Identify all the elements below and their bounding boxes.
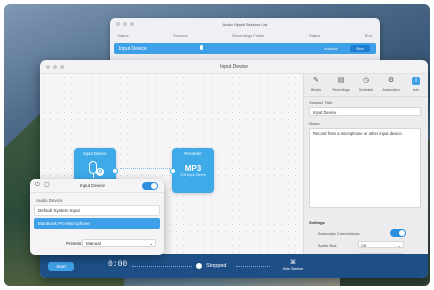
audio-bus-row: Audio Bus: Off ⌄: [318, 241, 422, 248]
session-list-header: Name Sources Recordings Folder Status Ru…: [110, 30, 380, 40]
session-title-field[interactable]: Input Device: [309, 107, 421, 116]
audio-device-label: Audio Device: [36, 198, 63, 203]
recorder-format: MP3: [184, 164, 202, 173]
connection-wire: [120, 168, 170, 169]
status-text: Stopped: [206, 263, 227, 269]
session-list-title: Audio Hijack Session List: [222, 21, 268, 27]
power-icon[interactable]: ⏻: [35, 182, 41, 188]
minimize-dot[interactable]: [53, 64, 57, 69]
header-folder[interactable]: Recordings Folder: [232, 33, 265, 38]
header-status[interactable]: Status: [309, 33, 320, 38]
header-sources[interactable]: Sources: [173, 33, 188, 38]
audio-bus-label: Audio Bus:: [318, 243, 338, 248]
notes-label: Notes:: [309, 121, 321, 126]
input-device-block-title: Input Device: [83, 151, 107, 156]
input-device-popover: ⏻ ▢ Input Device Audio Device Default Sy…: [30, 179, 164, 255]
timeline-track: [132, 266, 192, 267]
desktop-background: Audio Hijack Session List Name Sources R…: [4, 4, 430, 286]
tab-blocks[interactable]: ✎ Blocks: [307, 76, 325, 94]
run-button[interactable]: Run: [350, 45, 370, 52]
automatic-connections-label: Automatic Connections:: [318, 231, 361, 236]
microphone-stand: [93, 174, 95, 178]
tab-schedule[interactable]: ◷ Schedule: [357, 76, 375, 94]
presets-label: Presets:: [66, 241, 83, 246]
audio-bus-value: Off: [361, 243, 367, 248]
zoom-dot[interactable]: [130, 22, 134, 26]
info-icon: i: [412, 77, 420, 85]
header-run[interactable]: Run: [365, 33, 372, 38]
block-enable-toggle[interactable]: [142, 181, 158, 190]
tab-label: Recordings: [332, 88, 350, 92]
input-port[interactable]: [170, 168, 176, 174]
gear-badge-icon[interactable]: ⚙: [96, 168, 104, 176]
audio-bus-select[interactable]: Off ⌄: [358, 241, 404, 248]
gear-icon: ⚙: [387, 77, 395, 84]
session-row[interactable]: Input Device Inactive Run: [114, 43, 376, 54]
session-title-label: Session Title:: [309, 100, 333, 105]
timeline-track-right: [236, 266, 270, 267]
presets-select[interactable]: Manual ⌄: [82, 239, 156, 247]
automatic-connections-toggle[interactable]: [390, 229, 406, 237]
close-dot[interactable]: [116, 22, 120, 26]
hide-sidebar-button[interactable]: ⌘ Hide Sidebar: [280, 259, 306, 271]
notes-field[interactable]: Record from a microphone or other input …: [309, 128, 421, 208]
session-title: Input Device: [220, 63, 248, 70]
sidebar-icon: ⌘: [290, 260, 296, 266]
popover-header: ⏻ ▢ Input Device: [30, 179, 164, 193]
tab-label: Automation: [382, 88, 400, 92]
device-option-selected[interactable]: MacBook Pro Microphone: [34, 218, 160, 229]
settings-heading: Settings: [309, 220, 325, 225]
session-titlebar[interactable]: Input Device: [40, 60, 428, 74]
device-option[interactable]: Default System Input: [34, 205, 160, 216]
chevron-down-icon: ⌄: [397, 243, 401, 248]
tab-label: Blocks: [311, 88, 321, 92]
tab-label: Info: [413, 88, 419, 92]
zoom-dot[interactable]: [60, 64, 64, 69]
recorder-block[interactable]: Recorder MP3 128 kbps Stereo: [170, 148, 214, 193]
popover-title: Input Device: [80, 183, 106, 188]
session-row-status: Inactive: [324, 45, 338, 51]
elapsed-timer: 0:00: [108, 260, 128, 269]
microphone-icon: [200, 45, 203, 50]
tab-label: Schedule: [358, 88, 374, 92]
inspector-sidebar: ✎ Blocks ▤ Recordings ◷ Schedule ⚙ Autom…: [303, 74, 428, 254]
automatic-connections-row: Automatic Connections:: [318, 229, 422, 237]
tab-automation[interactable]: ⚙ Automation: [382, 76, 400, 94]
document-icon: ▤: [337, 77, 345, 84]
window-controls: [46, 64, 64, 69]
chevron-down-icon: ⌄: [149, 241, 153, 246]
status-indicator-icon: [196, 263, 202, 269]
session-row-name: Input Device: [119, 45, 147, 52]
tab-recordings[interactable]: ▤ Recordings: [332, 76, 350, 94]
audio-device-list: Default System Input MacBook Pro Microph…: [34, 205, 160, 231]
inspector-tabs: ✎ Blocks ▤ Recordings ◷ Schedule ⚙ Autom…: [304, 74, 428, 97]
start-button[interactable]: Start: [48, 262, 74, 271]
recorder-subtitle: 128 kbps Stereo: [179, 173, 207, 177]
recorder-block-title: Recorder: [184, 151, 202, 156]
wrench-icon: ✎: [313, 77, 319, 84]
session-list-titlebar[interactable]: Audio Hijack Session List: [110, 18, 380, 30]
output-port[interactable]: [112, 168, 118, 174]
hide-sidebar-label: Hide Sidebar: [282, 267, 304, 271]
tab-info[interactable]: i Info: [407, 76, 425, 94]
minimize-dot[interactable]: [123, 22, 127, 26]
clock-icon: ◷: [362, 77, 370, 84]
close-dot[interactable]: [46, 64, 50, 69]
header-name[interactable]: Name: [118, 33, 129, 38]
transport-bar: Start 0:00 Stopped ⌘ Hide Sidebar: [40, 254, 428, 278]
window-controls: [116, 22, 134, 26]
window-icon[interactable]: ▢: [44, 182, 50, 188]
presets-value: Manual: [86, 241, 101, 246]
